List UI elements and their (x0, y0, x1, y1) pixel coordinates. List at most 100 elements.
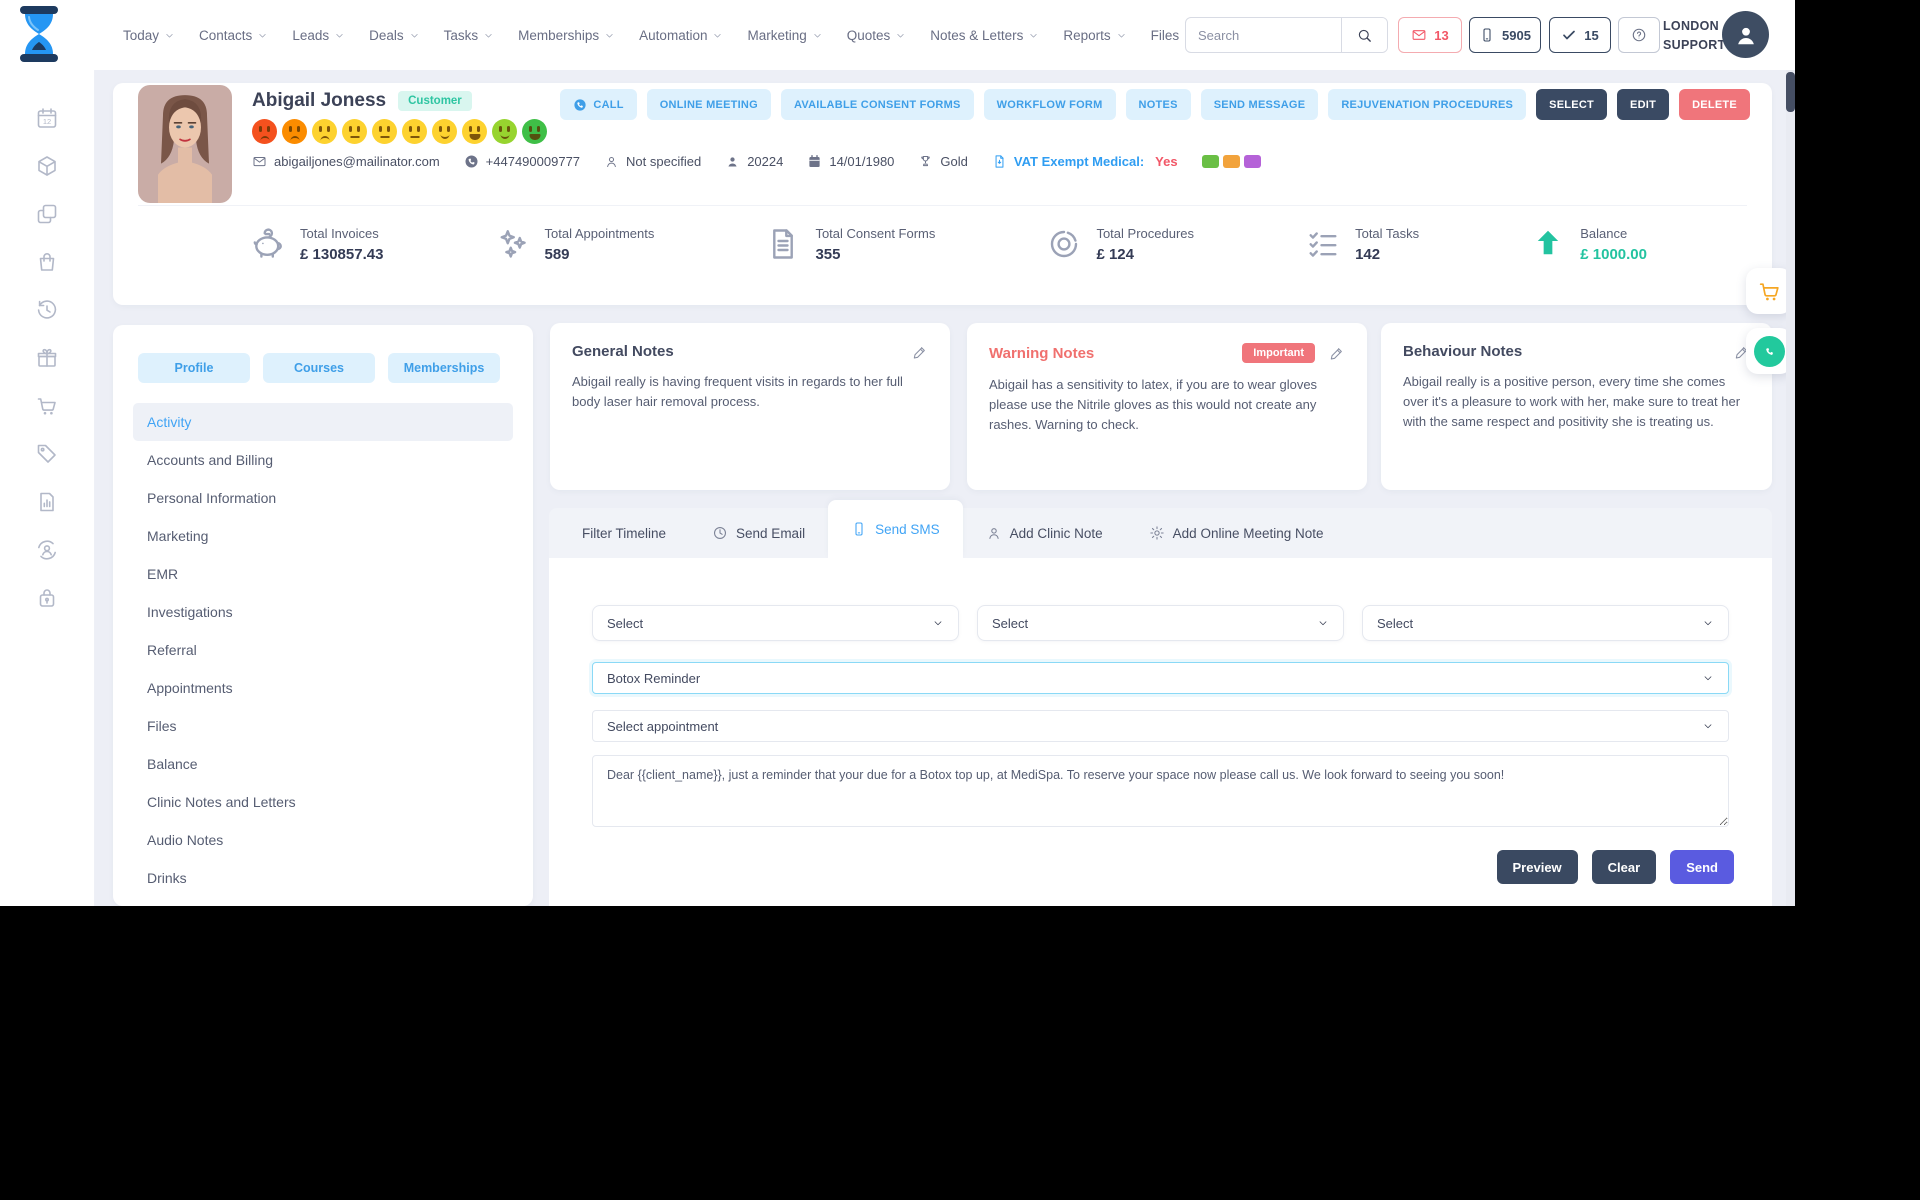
calendar-icon[interactable]: 12 (35, 106, 59, 130)
action-button[interactable]: AVAILABLE CONSENT FORMS (781, 89, 974, 120)
timeline-tab[interactable]: Add Clinic Note (963, 508, 1126, 558)
profile-photo[interactable] (138, 85, 232, 203)
profile-menu-item[interactable]: Marketing (133, 517, 513, 555)
select-dropdown[interactable]: Select (1362, 605, 1729, 641)
user-location-label[interactable]: LONDON SUPPORT (1663, 17, 1726, 55)
donut-chart-icon (1046, 226, 1082, 262)
note-title: General Notes (572, 343, 674, 360)
timeline-tab[interactable]: Filter Timeline (559, 508, 689, 558)
satisfaction-emoji-icon[interactable] (372, 119, 397, 144)
task-list-icon (1305, 226, 1341, 262)
app-logo-icon[interactable] (16, 5, 62, 65)
action-button[interactable]: WORKFLOW FORM (984, 89, 1116, 120)
chevron-down-icon (334, 30, 345, 41)
note-text: Abigail really is having frequent visits… (572, 372, 928, 412)
lock-icon[interactable] (35, 586, 59, 610)
timeline-tab[interactable]: Send SMS (828, 500, 963, 558)
nav-item[interactable]: Quotes (847, 28, 907, 43)
cube-icon[interactable] (35, 154, 59, 178)
tasks-count: 15 (1584, 28, 1598, 43)
price-tags-icon[interactable] (35, 442, 59, 466)
nav-item[interactable]: Tasks (444, 28, 495, 43)
panel-tab[interactable]: Courses (263, 353, 375, 383)
nav-item[interactable]: Memberships (518, 28, 615, 43)
select-dropdown[interactable]: Select (592, 605, 959, 641)
satisfaction-emoji-icon[interactable] (432, 119, 457, 144)
nav-item[interactable]: Contacts (199, 28, 268, 43)
profile-menu-item[interactable]: Drinks (133, 859, 513, 897)
profile-menu-item[interactable]: Accounts and Billing (133, 441, 513, 479)
nav-item[interactable]: Reports (1063, 28, 1126, 43)
pencil-icon[interactable] (1329, 345, 1345, 361)
nav-item[interactable]: Today (123, 28, 175, 43)
sms-template-select[interactable]: Botox Reminder (592, 662, 1729, 694)
cart-icon (1757, 279, 1782, 304)
nav-item[interactable]: Files (1151, 28, 1180, 43)
action-button[interactable]: SELECT (1536, 89, 1607, 120)
client-profile-card: Abigail Joness Customer (113, 83, 1772, 305)
color-tag (1244, 155, 1261, 168)
form-button[interactable]: Clear (1592, 850, 1657, 884)
action-button[interactable]: CALL (560, 89, 636, 120)
action-button[interactable]: ONLINE MEETING (647, 89, 771, 120)
profile-menu-item[interactable]: Activity (133, 403, 513, 441)
profile-menu-item[interactable]: EMR (133, 555, 513, 593)
action-button[interactable]: REJUVENATION PROCEDURES (1328, 89, 1526, 120)
profile-menu-item[interactable]: Personal Information (133, 479, 513, 517)
gift-icon[interactable] (35, 346, 59, 370)
satisfaction-emoji-icon[interactable] (462, 119, 487, 144)
profile-menu-item[interactable]: Appointments (133, 669, 513, 707)
satisfaction-emoji-icon[interactable] (252, 119, 277, 144)
copy-icon[interactable] (35, 202, 59, 226)
history-icon[interactable] (35, 298, 59, 322)
timeline-tab[interactable]: Send Email (689, 508, 828, 558)
panel-tab[interactable]: Profile (138, 353, 250, 383)
chevron-down-icon (712, 30, 723, 41)
form-button[interactable]: Preview (1497, 850, 1578, 884)
user-sync-icon[interactable] (35, 538, 59, 562)
cart-icon[interactable] (35, 394, 59, 418)
timeline-tabs: Filter Timeline Send Email Send SMS Add … (549, 508, 1772, 558)
phone-line-badge[interactable]: 5905 (1469, 17, 1541, 53)
satisfaction-emoji-icon[interactable] (342, 119, 367, 144)
profile-menu-item[interactable]: Investigations (133, 593, 513, 631)
report-icon[interactable] (35, 490, 59, 514)
profile-menu-item[interactable]: Audio Notes (133, 821, 513, 859)
satisfaction-emoji-icon[interactable] (522, 119, 547, 144)
profile-menu-item[interactable]: Clinic Notes and Letters (133, 783, 513, 821)
nav-item[interactable]: Automation (639, 28, 723, 43)
satisfaction-emoji-icon[interactable] (282, 119, 307, 144)
user-avatar[interactable] (1722, 11, 1769, 58)
nav-item[interactable]: Leads (292, 28, 345, 43)
scrollbar-thumb[interactable] (1786, 72, 1795, 112)
help-badge[interactable] (1618, 17, 1660, 53)
profile-menu-item[interactable]: Files (133, 707, 513, 745)
action-button[interactable]: EDIT (1617, 89, 1669, 120)
timeline-tab[interactable]: Add Online Meeting Note (1126, 508, 1347, 558)
satisfaction-emoji-icon[interactable] (312, 119, 337, 144)
nav-item[interactable]: Deals (369, 28, 420, 43)
appointment-select[interactable]: Select appointment (592, 710, 1729, 742)
action-button[interactable]: DELETE (1679, 89, 1750, 120)
messages-badge[interactable]: 13 (1398, 17, 1462, 53)
nav-item[interactable]: Marketing (747, 28, 822, 43)
scrollbar-track[interactable] (1786, 70, 1795, 906)
search-button[interactable] (1341, 18, 1387, 52)
satisfaction-emoji-icon[interactable] (492, 119, 517, 144)
select-dropdown[interactable]: Select (977, 605, 1344, 641)
profile-menu-item[interactable]: Balance (133, 745, 513, 783)
pencil-icon[interactable] (912, 344, 928, 360)
search-input[interactable] (1186, 18, 1341, 52)
profile-menu-item[interactable]: Referral (133, 631, 513, 669)
document-icon (765, 226, 801, 262)
tasks-badge[interactable]: 15 (1549, 17, 1611, 53)
profile-divider (138, 205, 1747, 206)
shopping-bag-icon[interactable] (35, 250, 59, 274)
action-button[interactable]: SEND MESSAGE (1201, 89, 1319, 120)
satisfaction-emoji-icon[interactable] (402, 119, 427, 144)
nav-item[interactable]: Notes & Letters (930, 28, 1039, 43)
form-button[interactable]: Send (1670, 850, 1734, 884)
sms-message-textarea[interactable]: Dear {{client_name}}, just a reminder th… (592, 755, 1729, 827)
panel-tab[interactable]: Memberships (388, 353, 500, 383)
action-button[interactable]: NOTES (1126, 89, 1191, 120)
